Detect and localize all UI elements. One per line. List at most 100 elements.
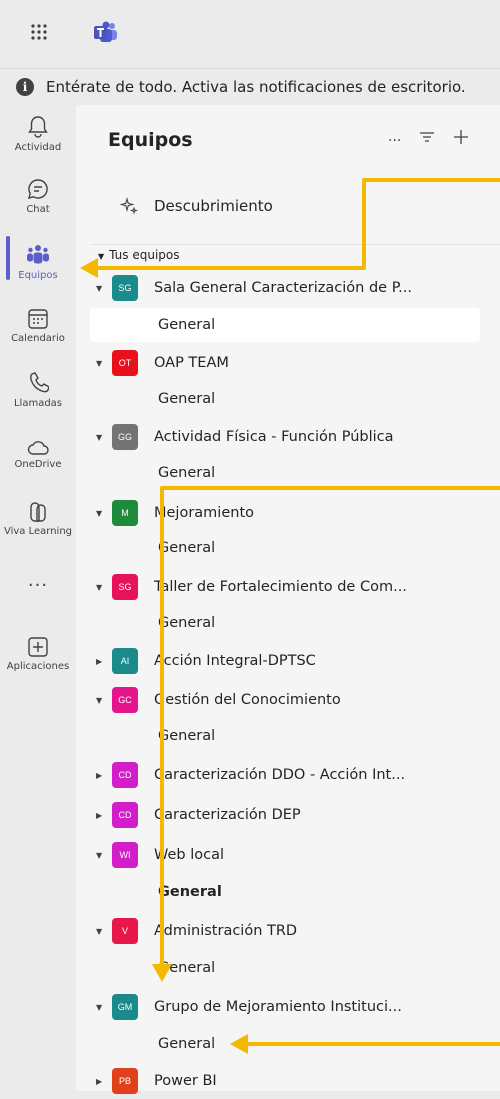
chevron-down-icon[interactable]: ▼ bbox=[96, 284, 106, 293]
teams-people-icon bbox=[27, 245, 49, 264]
rail-label: OneDrive bbox=[14, 459, 62, 470]
more-options-icon[interactable]: ... bbox=[388, 129, 401, 145]
sparkle-icon bbox=[120, 197, 138, 215]
rail-item-equipos[interactable]: Equipos bbox=[0, 243, 76, 281]
chevron-down-icon[interactable]: ▼ bbox=[96, 927, 106, 936]
channel-name: General bbox=[158, 615, 216, 631]
chevron-right-icon[interactable]: ▶ bbox=[96, 771, 106, 780]
chevron-down-icon[interactable]: ▼ bbox=[96, 433, 106, 442]
team-avatar: CD bbox=[112, 762, 138, 788]
viva-learning-icon bbox=[30, 502, 46, 522]
chevron-down-icon[interactable]: ▼ bbox=[96, 1003, 106, 1012]
rail-item-aplicaciones[interactable]: Aplicaciones bbox=[0, 636, 76, 672]
team-item[interactable]: ▶ CD Caracterización DEP bbox=[76, 797, 500, 833]
cloud-icon bbox=[27, 441, 49, 455]
rail-label: Chat bbox=[26, 204, 50, 215]
notification-text: Entérate de todo. Activa las notificacio… bbox=[46, 78, 466, 96]
more-icon: ... bbox=[27, 570, 49, 591]
team-item[interactable]: ▼ M Mejoramiento bbox=[76, 495, 500, 531]
team-item[interactable]: ▶ AI Acción Integral-DPTSC bbox=[76, 643, 500, 679]
rail-item-actividad[interactable]: Actividad bbox=[0, 115, 76, 153]
rail-item-chat[interactable]: Chat bbox=[0, 177, 76, 215]
channel-name: General bbox=[158, 317, 216, 333]
chevron-down-icon[interactable]: ▼ bbox=[96, 359, 106, 368]
panel-title: Equipos bbox=[108, 129, 193, 151]
channel-item[interactable]: General bbox=[90, 719, 480, 753]
chevron-down-icon[interactable]: ▼ bbox=[96, 851, 106, 860]
notification-banner[interactable]: i Entérate de todo. Activa las notificac… bbox=[0, 68, 500, 106]
team-avatar: PB bbox=[112, 1068, 138, 1094]
team-item[interactable]: ▼ GG Actividad Física - Función Pública bbox=[76, 419, 500, 455]
channel-item[interactable]: General bbox=[90, 382, 480, 416]
team-name: Taller de Fortalecimiento de Com... bbox=[154, 579, 407, 595]
chevron-down-icon[interactable]: ▼ bbox=[96, 583, 106, 592]
chevron-down-icon[interactable]: ▼ bbox=[96, 696, 106, 705]
channel-item[interactable]: General bbox=[90, 456, 480, 490]
title-bar bbox=[0, 0, 500, 68]
team-name: Caracterización DEP bbox=[154, 807, 301, 823]
channel-item[interactable]: General bbox=[90, 606, 480, 640]
team-name: Mejoramiento bbox=[154, 505, 254, 521]
team-item[interactable]: ▶ CD Caracterización DDO - Acción Int... bbox=[76, 757, 500, 793]
panel-header-actions: ... bbox=[388, 129, 469, 145]
team-item[interactable]: ▼ SG Sala General Caracterización de P..… bbox=[76, 270, 500, 306]
rail-label: Actividad bbox=[14, 142, 62, 153]
channel-name: General bbox=[158, 465, 216, 481]
chevron-right-icon[interactable]: ▶ bbox=[96, 811, 106, 820]
add-apps-icon bbox=[28, 637, 48, 657]
chevron-right-icon[interactable]: ▶ bbox=[96, 657, 106, 666]
add-team-icon[interactable] bbox=[453, 129, 469, 145]
rail-item-onedrive[interactable]: OneDrive bbox=[0, 438, 76, 470]
calendar-icon bbox=[28, 309, 48, 329]
discover-button[interactable]: Descubrimiento bbox=[120, 197, 273, 215]
discover-label: Descubrimiento bbox=[154, 197, 273, 215]
team-item[interactable]: ▼ GC Gestión del Conocimiento bbox=[76, 682, 500, 718]
team-name: Sala General Caracterización de P... bbox=[154, 280, 413, 296]
channel-name: General bbox=[158, 960, 216, 976]
channel-item[interactable]: General bbox=[90, 308, 480, 342]
divider bbox=[92, 244, 500, 245]
channel-name: General bbox=[158, 728, 216, 744]
team-item[interactable]: ▶ PB Power BI bbox=[76, 1063, 500, 1099]
team-avatar: WI bbox=[112, 842, 138, 868]
team-avatar: M bbox=[112, 500, 138, 526]
team-avatar: SG bbox=[112, 574, 138, 600]
rail-label: Aplicaciones bbox=[6, 661, 70, 672]
channel-name: General bbox=[158, 391, 216, 407]
team-name: Caracterización DDO - Acción Int... bbox=[154, 767, 406, 783]
chevron-down-icon[interactable]: ▼ bbox=[96, 509, 106, 518]
team-item[interactable]: ▼ GM Grupo de Mejoramiento Instituci... bbox=[76, 989, 500, 1025]
rail-item-viva-learning[interactable]: Viva Learning bbox=[0, 501, 76, 537]
team-avatar: SG bbox=[112, 275, 138, 301]
rail-label: Equipos bbox=[18, 270, 58, 281]
teams-panel: Equipos ... Descubrimiento ▼ Tus equipos … bbox=[76, 105, 500, 1094]
chevron-down-icon: ▼ bbox=[98, 252, 105, 261]
channel-name: General bbox=[158, 1036, 216, 1052]
section-your-teams[interactable]: ▼ Tus equipos bbox=[98, 248, 180, 262]
app-rail: Actividad Chat Equipos Calendario Llamad… bbox=[0, 105, 76, 1091]
team-avatar: GG bbox=[112, 424, 138, 450]
team-item[interactable]: ▼ V Administración TRD bbox=[76, 913, 500, 949]
section-label: Tus equipos bbox=[109, 248, 180, 262]
team-item[interactable]: ▼ SG Taller de Fortalecimiento de Com... bbox=[76, 569, 500, 605]
channel-item[interactable]: General bbox=[90, 531, 480, 565]
rail-item-calendario[interactable]: Calendario bbox=[0, 308, 76, 344]
team-avatar: GM bbox=[112, 994, 138, 1020]
team-item[interactable]: ▼ OT OAP TEAM bbox=[76, 345, 500, 381]
team-name: Grupo de Mejoramiento Instituci... bbox=[154, 999, 402, 1015]
channel-item[interactable]: General bbox=[90, 951, 480, 985]
bell-icon bbox=[28, 116, 48, 138]
team-avatar: OT bbox=[112, 350, 138, 376]
channel-item[interactable]: General bbox=[90, 1027, 480, 1061]
team-name: Web local bbox=[154, 847, 225, 863]
team-item[interactable]: ▼ WI Web local bbox=[76, 837, 500, 873]
chevron-right-icon[interactable]: ▶ bbox=[96, 1077, 106, 1086]
filter-icon[interactable] bbox=[419, 130, 435, 144]
channel-item[interactable]: General bbox=[90, 875, 480, 909]
phone-icon bbox=[30, 372, 49, 393]
team-name: Administración TRD bbox=[154, 923, 298, 939]
app-launcher-icon[interactable] bbox=[27, 20, 51, 44]
rail-item-more[interactable]: ... bbox=[0, 570, 76, 591]
rail-item-llamadas[interactable]: Llamadas bbox=[0, 371, 76, 409]
rail-label: Viva Learning bbox=[3, 526, 73, 537]
